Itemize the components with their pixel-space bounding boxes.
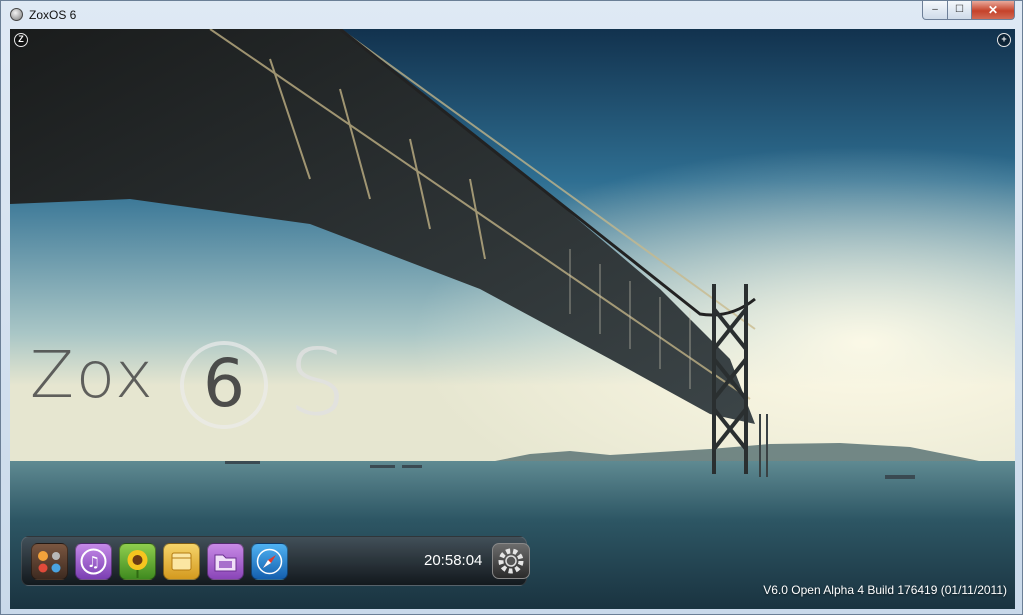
zoom-icon[interactable]: +	[997, 33, 1011, 47]
photos-sunflower-icon[interactable]	[119, 543, 156, 580]
apps-grid-icon[interactable]	[31, 543, 68, 580]
desktop: Z + Zox 6 S ♫ 20:58:04 V6.0 Open Alpha 4…	[10, 29, 1015, 609]
minimize-button[interactable]: ‒	[922, 1, 948, 20]
wallpaper	[10, 29, 1015, 609]
zox-menu-button[interactable]: Z	[14, 33, 28, 47]
svg-text:♫: ♫	[87, 553, 100, 571]
app-window: ZoxOS 6 ‒ ☐ ✕ Z + Zox 6 S ♫ 20:58:04 V6.…	[0, 0, 1023, 615]
dock: ♫ 20:58:04	[21, 536, 530, 586]
logo-word: Zox	[30, 339, 155, 413]
gear-icon[interactable]	[492, 543, 530, 579]
browser-compass-icon[interactable]	[251, 543, 288, 580]
music-icon[interactable]: ♫	[75, 543, 112, 580]
window-title: ZoxOS 6	[29, 8, 77, 22]
notes-icon[interactable]	[163, 543, 200, 580]
close-button[interactable]: ✕	[971, 1, 1015, 20]
clock: 20:58:04	[424, 552, 483, 569]
folder-icon[interactable]	[207, 543, 244, 580]
maximize-button[interactable]: ☐	[947, 1, 972, 20]
logo-letter: S	[288, 329, 347, 436]
app-icon[interactable]	[10, 8, 23, 21]
logo-number: 6	[180, 341, 268, 429]
version-label: V6.0 Open Alpha 4 Build 176419 (01/11/20…	[763, 583, 1007, 597]
title-bar[interactable]: ZoxOS 6 ‒ ☐ ✕	[1, 1, 1022, 29]
